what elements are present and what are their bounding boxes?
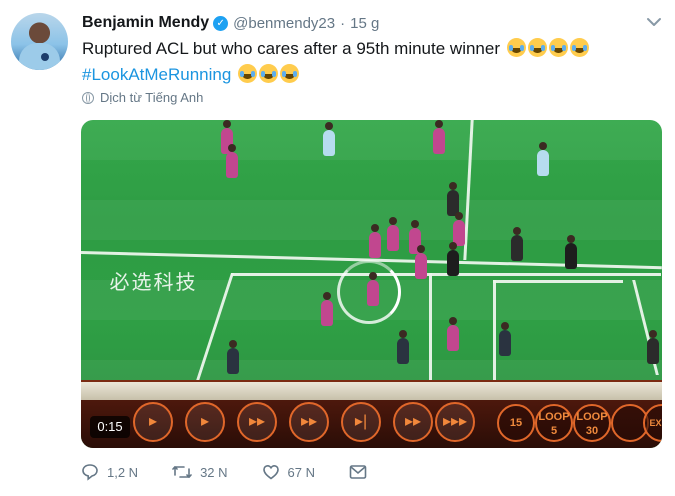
- avatar-badge: [41, 53, 49, 61]
- player: [323, 122, 335, 156]
- ad-play-icon: ▸▸▸: [435, 402, 475, 442]
- reply-icon: [82, 464, 98, 481]
- player: [387, 217, 399, 251]
- goal-area-side: [493, 280, 496, 380]
- ad-play-icon: ▸|: [341, 402, 381, 442]
- heart-icon: [262, 464, 279, 480]
- pitch-stripe: [81, 120, 662, 160]
- avatar[interactable]: [11, 13, 68, 70]
- translate-label: Dịch từ Tiếng Anh: [100, 90, 204, 105]
- player: [321, 292, 333, 326]
- tweet-text-content: Ruptured ACL but who cares after a 95th …: [82, 39, 500, 58]
- tweet[interactable]: Benjamin Mendy ✓ @benmendy23 · 15 g Rupt…: [0, 0, 675, 496]
- player: [537, 142, 549, 176]
- retweet-icon: [172, 466, 192, 478]
- globe-icon: [82, 91, 94, 104]
- player: [565, 235, 577, 269]
- tweet-text-line-2: #LookAtMeRunning: [82, 62, 662, 88]
- tears-of-joy-emoji: [238, 64, 258, 83]
- ad-board-strip: [81, 382, 662, 400]
- ad-play-icon: ▸▸: [289, 402, 329, 442]
- tears-of-joy-emoji: [548, 38, 568, 57]
- tweet-actions: 1,2 N 32 N 67 N: [81, 460, 409, 484]
- penalty-box-line: [231, 273, 661, 276]
- ad-play-icon: ▸: [133, 402, 173, 442]
- tears-of-joy-emoji: [569, 38, 589, 57]
- player: [499, 322, 511, 356]
- ad-loop-icon: LOOP 30: [573, 404, 611, 442]
- dm-button[interactable]: [349, 464, 375, 480]
- six-yard-line: [429, 273, 432, 383]
- player: [415, 245, 427, 279]
- player: [647, 330, 659, 364]
- like-count: 67 N: [287, 464, 316, 480]
- header-separator: ·: [340, 14, 346, 32]
- player: [227, 340, 239, 374]
- player: [447, 317, 459, 351]
- tears-of-joy-emoji: [506, 38, 526, 57]
- ad-play-icon: ▸▸: [237, 402, 277, 442]
- chevron-down-icon[interactable]: [645, 15, 663, 29]
- video-duration-badge: 0:15: [90, 416, 130, 438]
- ad-play-icon: ▸▸: [393, 402, 433, 442]
- hashtag-link[interactable]: #LookAtMeRunning: [82, 65, 231, 84]
- tweet-text-line-1: Ruptured ACL but who cares after a 95th …: [82, 36, 662, 62]
- tweet-text: Ruptured ACL but who cares after a 95th …: [82, 36, 662, 88]
- envelope-icon: [349, 465, 367, 479]
- video-player[interactable]: 必选科技 ▸ ▸ ▸▸ ▸▸ ▸| ▸▸ ▸▸▸ 15 LOOP 5 LOOP …: [81, 120, 662, 448]
- like-button[interactable]: 67 N: [262, 463, 315, 481]
- tweet-time[interactable]: 15 g: [350, 15, 379, 32]
- stadium-ad-board: ▸ ▸ ▸▸ ▸▸ ▸| ▸▸ ▸▸▸ 15 LOOP 5 LOOP 30 EX…: [81, 380, 662, 448]
- reply-count: 1,2 N: [107, 464, 139, 480]
- pitch-sponsor-text: 必选科技: [109, 270, 198, 294]
- player: [226, 144, 238, 178]
- player: [511, 227, 523, 261]
- avatar-shirt: [19, 43, 60, 70]
- tears-of-joy-emoji: [259, 64, 279, 83]
- player: [447, 242, 459, 276]
- goal-area-line: [493, 280, 623, 283]
- player: [369, 224, 381, 258]
- translate-link[interactable]: Dịch từ Tiếng Anh: [82, 90, 203, 105]
- tweet-header: Benjamin Mendy ✓ @benmendy23 · 15 g: [82, 13, 379, 33]
- verified-badge-icon: ✓: [213, 15, 229, 31]
- tears-of-joy-emoji: [527, 38, 547, 57]
- ad-replay-icon: 15: [497, 404, 535, 442]
- author-handle[interactable]: @benmendy23: [233, 15, 335, 32]
- player: [397, 330, 409, 364]
- tears-of-joy-emoji: [280, 64, 300, 83]
- ad-loop-icon: LOOP 5: [535, 404, 573, 442]
- author-name[interactable]: Benjamin Mendy: [82, 14, 209, 32]
- ad-play-icon: ▸: [185, 402, 225, 442]
- player: [367, 272, 379, 306]
- retweet-count: 32 N: [200, 464, 228, 480]
- ad-expo-icon: EXPO: [643, 404, 662, 442]
- player: [433, 120, 445, 154]
- reply-button[interactable]: 1,2 N: [81, 463, 138, 481]
- retweet-button[interactable]: 32 N: [172, 463, 228, 481]
